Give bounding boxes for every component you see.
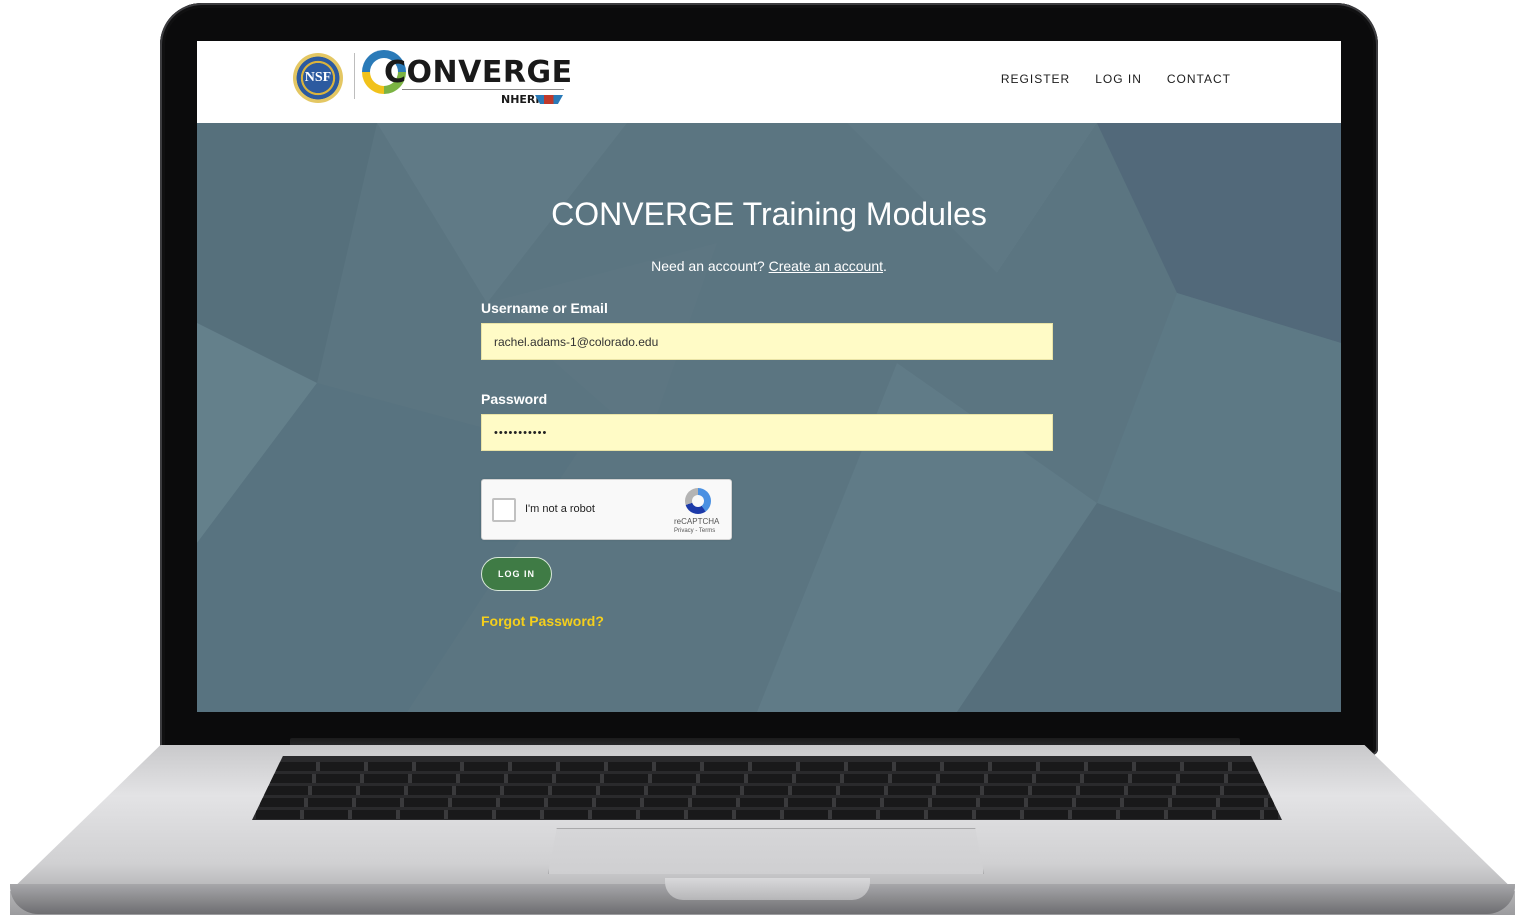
converge-logo[interactable]: CONVERGE	[384, 55, 573, 90]
login-hero: CONVERGE Training Modules Need an accoun…	[197, 123, 1341, 712]
site-header: NSF CONVERGE NHERI REGISTER LOG IN CONTA…	[197, 41, 1341, 123]
nsf-logo-text: NSF	[304, 70, 332, 85]
recaptcha-checkbox[interactable]	[492, 498, 516, 522]
nav-register[interactable]: REGISTER	[1001, 72, 1070, 86]
laptop-trackpad	[548, 828, 984, 874]
password-field[interactable]: •••••••••••	[481, 414, 1053, 451]
username-label: Username or Email	[481, 300, 608, 316]
laptop-keyboard	[252, 756, 1282, 820]
main-nav: REGISTER LOG IN CONTACT	[1001, 72, 1231, 86]
need-account-period: .	[883, 258, 887, 274]
laptop-screen: NSF CONVERGE NHERI REGISTER LOG IN CONTA…	[197, 41, 1341, 712]
recaptcha-terms-link[interactable]: Privacy - Terms	[674, 528, 715, 534]
recaptcha-label: I'm not a robot	[525, 503, 595, 515]
forgot-password-link[interactable]: Forgot Password?	[481, 613, 604, 629]
recaptcha-logo-icon	[685, 488, 711, 514]
nheri-logo-text: NHERI	[501, 93, 540, 106]
username-field[interactable]: rachel.adams-1@colorado.edu	[481, 323, 1053, 360]
log-in-button[interactable]: LOG IN	[481, 557, 552, 591]
nav-log-in[interactable]: LOG IN	[1095, 72, 1142, 86]
nav-contact[interactable]: CONTACT	[1167, 72, 1231, 86]
create-account-link[interactable]: Create an account	[769, 258, 883, 274]
logo-divider	[354, 53, 355, 99]
laptop-opening-notch	[665, 878, 870, 900]
recaptcha-widget: I'm not a robot reCAPTCHA Privacy - Term…	[481, 479, 732, 540]
recaptcha-brand: reCAPTCHA	[674, 517, 720, 526]
nsf-logo[interactable]: NSF	[293, 53, 343, 103]
password-label: Password	[481, 391, 548, 407]
logo-rule	[402, 89, 564, 90]
need-account-text: Need an account?	[651, 258, 765, 274]
page-title: CONVERGE Training Modules	[551, 196, 987, 232]
need-account-line: Need an account? Create an account.	[197, 258, 1341, 274]
